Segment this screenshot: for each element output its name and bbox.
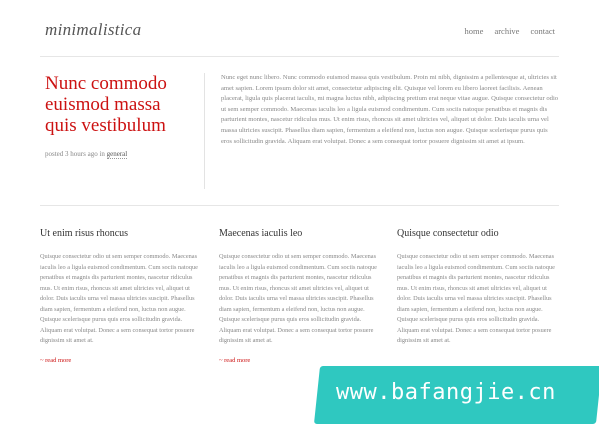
post-meta-prefix: posted 3 hours ago in (45, 150, 105, 158)
nav-home[interactable]: home (465, 26, 484, 36)
site-title[interactable]: minimalistica (45, 20, 141, 40)
post-excerpt: Quisque consectetur odio ut sem semper c… (40, 253, 198, 344)
featured-post-meta: posted 3 hours ago in general (45, 150, 128, 159)
post-title[interactable]: Maecenas iaculis leo (219, 227, 379, 241)
section-divider (40, 205, 559, 206)
post-column-2: Maecenas iaculis leo Quisque consectetur… (219, 227, 379, 366)
post-excerpt: Quisque consectetur odio ut sem semper c… (397, 253, 555, 344)
featured-post-title[interactable]: Nunc commodo euismod massa quis vestibul… (45, 73, 195, 136)
post-excerpt: Quisque consectetur odio ut sem semper c… (219, 253, 377, 344)
post-category-link[interactable]: general (106, 150, 128, 159)
post-title[interactable]: Quisque consectetur odio (397, 227, 557, 241)
featured-post-body: Nunc eget nunc libero. Nunc commodo euis… (221, 74, 559, 145)
read-more-link[interactable]: ~ read more (40, 357, 71, 364)
featured-vertical-divider (204, 73, 205, 189)
site-header: minimalistica home archive contact (0, 0, 599, 56)
nav-archive[interactable]: archive (494, 26, 519, 36)
post-column-1: Ut enim risus rhoncus Quisque consectetu… (40, 227, 200, 366)
post-title[interactable]: Ut enim risus rhoncus (40, 227, 200, 241)
watermark-text: www.bafangjie.cn (336, 380, 556, 405)
read-more-link[interactable]: ~ read more (219, 357, 250, 364)
nav-contact[interactable]: contact (530, 26, 555, 36)
main-nav: home archive contact (465, 26, 555, 36)
post-column-3: Quisque consectetur odio Quisque consect… (397, 227, 557, 347)
header-divider (40, 56, 559, 57)
